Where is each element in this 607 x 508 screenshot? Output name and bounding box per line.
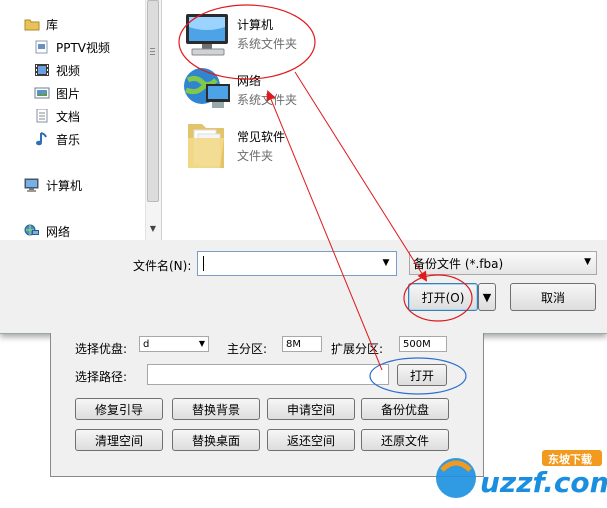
cancel-button[interactable]: 取消	[510, 283, 596, 311]
network-icon	[182, 66, 230, 114]
file-open-dialog: 库 PPTV视频 视频 图片 文档 音乐 计算机 网络 ▼ 计算机 系统文件夹 …	[0, 0, 607, 334]
scroll-grip-line	[150, 54, 155, 55]
return-space-button[interactable]: 返还空间	[267, 429, 355, 451]
scroll-grip-line	[150, 51, 155, 52]
computer-icon	[182, 12, 230, 60]
file-type: 系统文件夹	[237, 93, 298, 107]
request-space-button[interactable]: 申请空间	[267, 398, 355, 420]
extended-partition-input[interactable]: 500M	[399, 336, 447, 352]
computer-icon	[24, 178, 40, 192]
picture-icon	[34, 86, 50, 100]
disk-label: 选择优盘:	[75, 342, 128, 356]
watermark-brand: uzzf.com	[480, 466, 607, 499]
nav-item-network[interactable]: 网络	[24, 221, 70, 241]
chevron-down-icon[interactable]: ▼	[199, 339, 205, 348]
file-type: 系统文件夹	[237, 37, 298, 51]
extended-partition-label: 扩展分区:	[331, 342, 384, 356]
primary-partition-input[interactable]: 8M	[282, 336, 322, 352]
file-name: 计算机	[237, 18, 274, 32]
filename-label: 文件名(N):	[133, 259, 192, 273]
network-icon	[24, 224, 40, 238]
file-type: 文件夹	[237, 149, 274, 163]
dialog-bottom-bar: 文件名(N): ▼ 备份文件 (*.fba) ▼ 打开(O) ▼ 取消	[0, 240, 607, 333]
nav-item-pictures[interactable]: 图片	[34, 83, 80, 103]
disk-select[interactable]: d ▼	[139, 336, 209, 352]
chevron-down-icon: ▼	[482, 290, 492, 304]
backup-disk-button[interactable]: 备份优盘	[361, 398, 449, 420]
nav-item-pptv[interactable]: PPTV视频	[34, 37, 110, 57]
usb-tool-window: 选择优盘: d ▼ 主分区: 8M 扩展分区: 500M 选择路径: 打开 修复…	[50, 333, 484, 477]
nav-item-library[interactable]: 库	[24, 14, 58, 34]
open-button[interactable]: 打开(O)	[408, 283, 478, 311]
chevron-down-icon[interactable]: ▼	[584, 257, 591, 267]
folder-icon	[182, 120, 230, 168]
browse-open-button[interactable]: 打开	[397, 364, 447, 386]
text-cursor	[203, 256, 204, 271]
path-input[interactable]	[147, 364, 389, 385]
music-icon	[34, 132, 50, 146]
video-library-icon	[34, 40, 50, 54]
library-icon	[24, 17, 40, 31]
nav-item-video[interactable]: 视频	[34, 60, 80, 80]
primary-partition-label: 主分区:	[227, 342, 268, 356]
replace-desktop-button[interactable]: 替换桌面	[172, 429, 260, 451]
chevron-down-icon[interactable]: ▼	[378, 255, 394, 272]
filename-input[interactable]: ▼	[197, 251, 397, 276]
clean-space-button[interactable]: 清理空间	[75, 429, 163, 451]
open-dropdown-button[interactable]: ▼	[478, 283, 496, 311]
scroll-down-icon[interactable]: ▼	[148, 224, 158, 236]
filetype-select[interactable]: 备份文件 (*.fba) ▼	[409, 251, 597, 275]
nav-item-documents[interactable]: 文档	[34, 106, 80, 126]
nav-item-computer[interactable]: 计算机	[24, 175, 82, 195]
file-list: 计算机 系统文件夹 网络 系统文件夹 常见软件 文件夹	[162, 0, 607, 240]
document-icon	[34, 108, 50, 123]
path-label: 选择路径:	[75, 370, 128, 384]
file-name: 常见软件	[237, 130, 286, 144]
file-name: 网络	[237, 74, 262, 88]
scroll-grip-line	[150, 48, 155, 49]
nav-item-music[interactable]: 音乐	[34, 129, 80, 149]
navigation-pane: 库 PPTV视频 视频 图片 文档 音乐 计算机 网络 ▼	[0, 0, 162, 240]
site-watermark: 东坡下载 uzzf.com	[430, 444, 607, 504]
video-icon	[34, 63, 50, 77]
repair-boot-button[interactable]: 修复引导	[75, 398, 163, 420]
replace-background-button[interactable]: 替换背景	[172, 398, 260, 420]
nav-scrollbar-thumb[interactable]	[147, 0, 159, 202]
watermark-tag: 东坡下载	[548, 453, 592, 466]
